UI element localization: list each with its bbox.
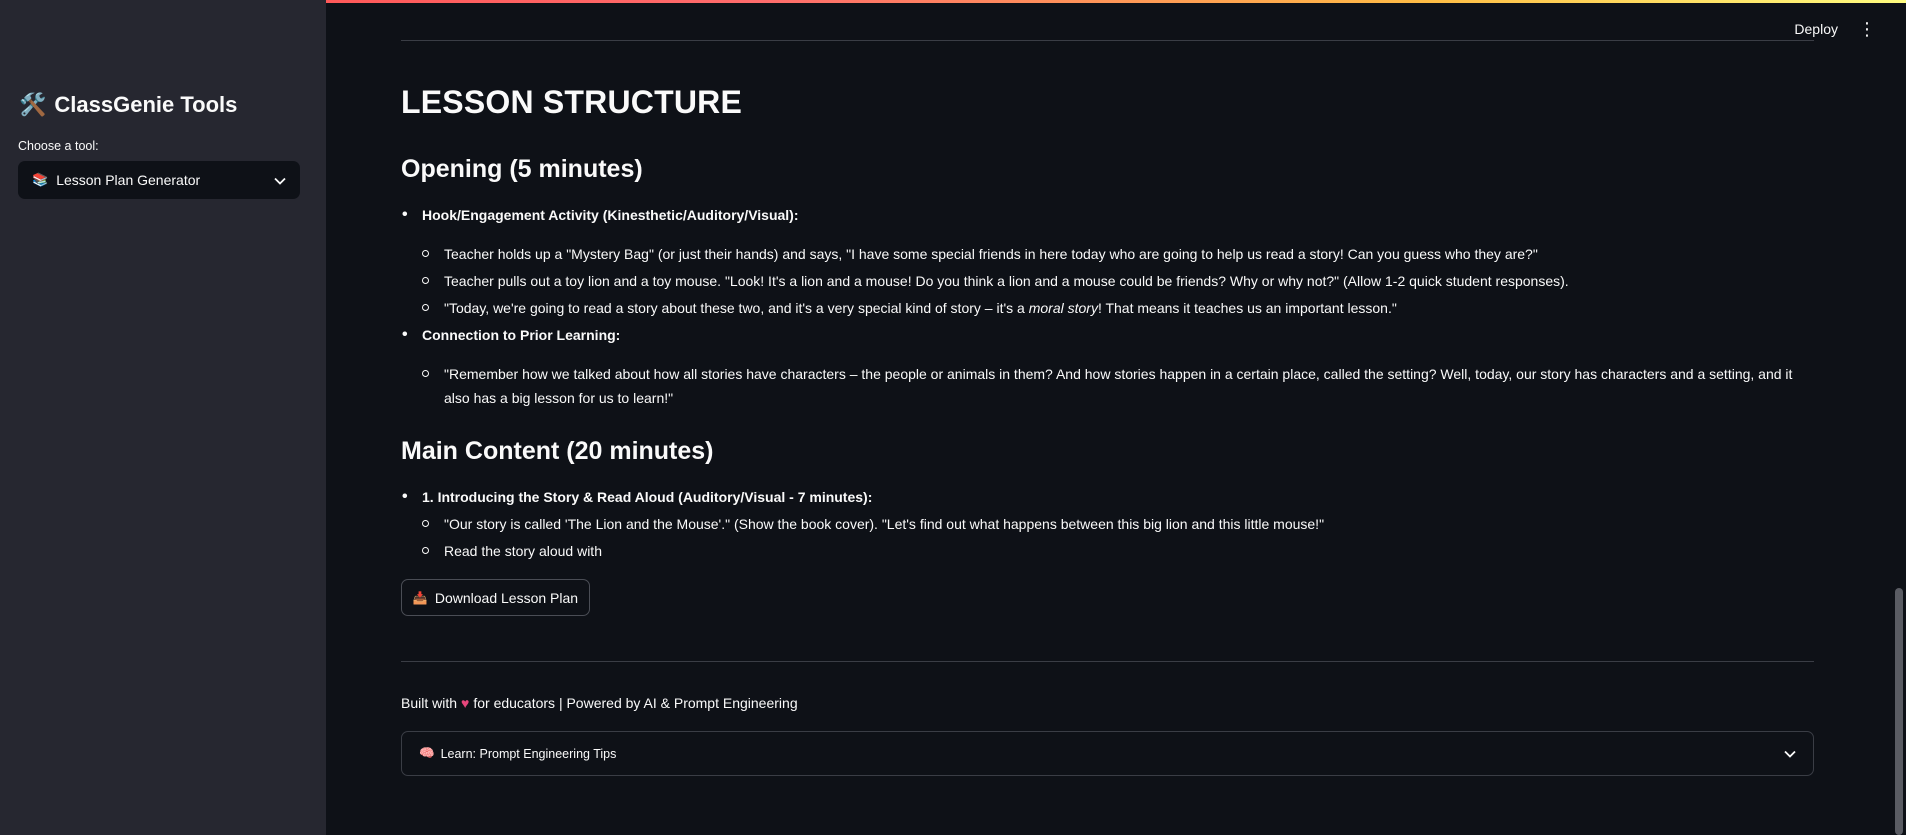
chevron-down-icon (274, 172, 286, 188)
tools-emoji-icon: 🛠️ (19, 92, 47, 117)
divider (401, 661, 1814, 662)
download-lesson-plan-button[interactable]: 📥 Download Lesson Plan (401, 579, 590, 616)
tool-select[interactable]: 📚 Lesson Plan Generator (18, 161, 300, 199)
sidebar-title-text: ClassGenie Tools (54, 92, 238, 117)
tool-select-label: Choose a tool: (18, 139, 99, 153)
footer-text: for educators | Powered by AI & Prompt E… (473, 695, 798, 711)
list-item-text: ! That means it teaches us an important … (1097, 300, 1397, 316)
list-item: Read the story aloud with (422, 539, 1794, 563)
list-item: "Our story is called 'The Lion and the M… (422, 512, 1794, 536)
list-item-emphasis: moral story (1028, 300, 1098, 316)
prior-learning-label: Connection to Prior Learning: (402, 326, 620, 344)
header-actions: Deploy ⋮ (1794, 20, 1876, 38)
footer-text: Built with (401, 695, 458, 711)
scrollbar-thumb[interactable] (1895, 588, 1903, 835)
books-emoji-icon: 📚 (32, 172, 49, 187)
chevron-down-icon (1784, 747, 1796, 761)
sidebar: 🛠️ ClassGenie Tools Choose a tool: 📚 Less… (0, 0, 326, 835)
lesson-structure-heading: LESSON STRUCTURE (401, 84, 742, 120)
step-label: 1. Introducing the Story & Read Aloud (A… (402, 488, 872, 506)
main-content-heading: Main Content (20 minutes) (401, 437, 714, 465)
list-item: "Today, we're going to read a story abou… (422, 296, 1794, 320)
deploy-button[interactable]: Deploy (1794, 21, 1838, 37)
tool-select-value: Lesson Plan Generator (56, 172, 201, 188)
scrollbar[interactable] (1892, 0, 1906, 835)
brain-icon: 🧠 (419, 746, 435, 760)
list-item: Teacher pulls out a toy lion and a toy m… (422, 269, 1794, 293)
footer-credit: Built with ♥ for educators | Powered by AI… (401, 695, 798, 711)
inbox-tray-icon: 📥 (412, 590, 428, 605)
more-menu-icon[interactable]: ⋮ (1858, 20, 1876, 38)
list-item: "Remember how we talked about how all st… (422, 362, 1794, 410)
hook-activity-label: Hook/Engagement Activity (Kinesthetic/Au… (402, 206, 798, 224)
list-item: Teacher holds up a "Mystery Bag" (or jus… (422, 242, 1794, 266)
list-item-text: "Today, we're going to read a story abou… (444, 300, 1029, 316)
expander-label: Learn: Prompt Engineering Tips (440, 746, 617, 761)
download-button-label: Download Lesson Plan (434, 589, 579, 606)
heart-icon: ♥ (461, 695, 470, 711)
opening-heading: Opening (5 minutes) (401, 155, 643, 183)
prompt-tips-expander[interactable]: 🧠 Learn: Prompt Engineering Tips (401, 731, 1814, 776)
sidebar-title: 🛠️ ClassGenie Tools (19, 92, 237, 118)
divider (401, 40, 1814, 41)
